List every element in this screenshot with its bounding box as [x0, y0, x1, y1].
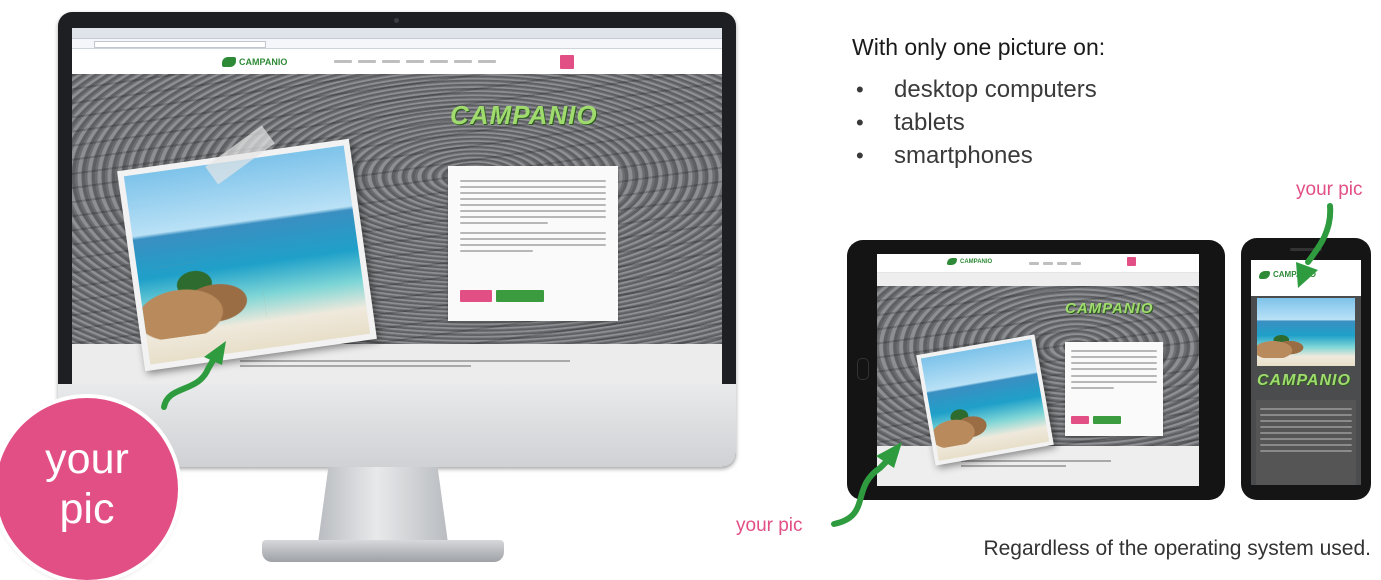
- device-list: desktop computers tablets smartphones: [856, 73, 1097, 172]
- tablet-beach-photo: [916, 334, 1054, 466]
- circle-line-2: pic: [59, 485, 115, 533]
- tablet-footer-text: [961, 460, 1111, 470]
- tablet-hero-card: [1065, 342, 1163, 436]
- site-logo: CAMPANIO: [222, 57, 287, 67]
- desktop-screen: CAMPANIO CAMPANIO: [72, 28, 722, 386]
- phone-beach-photo: [1257, 298, 1355, 366]
- phone-text-block: [1256, 400, 1356, 485]
- footer-note: Regardless of the operating system used.: [983, 537, 1371, 560]
- tablet-arrow-icon: [831, 442, 902, 527]
- tablet-site-header: CAMPANIO: [877, 254, 1199, 273]
- device-list-item: tablets: [856, 106, 1097, 139]
- tablet-your-pic-label: your pic: [736, 515, 803, 536]
- hero-brand: CAMPANIO: [450, 100, 598, 130]
- monitor-stand-neck: [318, 467, 448, 543]
- site-logo-text: CAMPANIO: [239, 57, 288, 67]
- tablet-site-logo: CAMPANIO: [947, 258, 992, 265]
- webcam: [394, 18, 399, 23]
- tablet-hero-brand: CAMPANIO: [1065, 300, 1154, 317]
- device-list-item: smartphones: [856, 139, 1097, 172]
- hero-text-card: [448, 166, 618, 321]
- phone-screen: CAMPANIO CAMPANIO: [1251, 260, 1361, 485]
- monitor-stand-foot: [262, 540, 504, 562]
- tablet-site-logo-text: CAMPANIO: [960, 258, 993, 265]
- phone-arrow-icon: [1296, 203, 1334, 288]
- hero-pink-button: [460, 290, 492, 302]
- browser-tab-bar: [72, 28, 722, 39]
- heading: With only one picture on:: [852, 34, 1106, 60]
- site-header: CAMPANIO: [72, 49, 722, 76]
- browser-address-bar: [72, 39, 722, 49]
- device-list-item: desktop computers: [856, 73, 1097, 106]
- desktop-arrow-icon: [161, 341, 226, 410]
- circle-line-1: your: [45, 435, 129, 483]
- site-search-button: [560, 55, 574, 69]
- hero-green-button: [496, 290, 544, 302]
- phone-your-pic-label: your pic: [1296, 179, 1363, 200]
- tablet-screen: CAMPANIO CAMPANIO: [877, 254, 1199, 486]
- phone-hero-brand: CAMPANIO: [1257, 372, 1351, 389]
- site-footer-text: [240, 360, 570, 370]
- tablet-search-button: [1127, 257, 1136, 266]
- your-pic-circle: your pic: [0, 398, 178, 580]
- tablet-home-button: [857, 358, 869, 380]
- tablet-site-nav: [1029, 262, 1081, 265]
- site-nav: [334, 60, 496, 63]
